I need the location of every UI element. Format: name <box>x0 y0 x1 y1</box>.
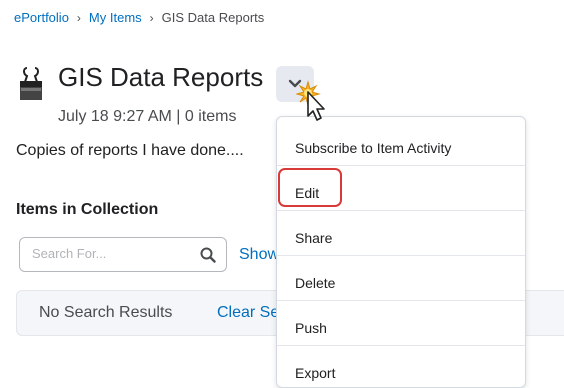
section-heading: Items in Collection <box>16 201 159 218</box>
menu-item-export[interactable]: Export <box>277 346 525 387</box>
breadcrumb-current: GIS Data Reports <box>161 10 265 25</box>
search-input[interactable] <box>32 246 192 261</box>
breadcrumb: ePortfolio › My Items › GIS Data Reports <box>14 10 264 25</box>
menu-item-delete[interactable]: Delete <box>277 256 525 301</box>
breadcrumb-link-my-items[interactable]: My Items <box>89 10 142 25</box>
breadcrumb-link-eportfolio[interactable]: ePortfolio <box>14 10 69 25</box>
menu-item-label: Share <box>295 230 333 246</box>
no-results-text: No Search Results <box>39 304 173 321</box>
menu-item-subscribe[interactable]: Subscribe to Item Activity <box>277 121 525 166</box>
search-icon[interactable] <box>200 247 216 263</box>
page-title: GIS Data Reports <box>58 62 264 92</box>
item-actions-menu: Subscribe to Item Activity Edit Share De… <box>276 116 526 388</box>
menu-item-share[interactable]: Share <box>277 211 525 256</box>
menu-item-label: Delete <box>295 275 336 291</box>
mouse-pointer-icon <box>295 80 332 122</box>
show-search-options-link[interactable]: Show <box>239 246 279 264</box>
breadcrumb-separator: › <box>149 10 154 25</box>
edit-highlight-annotation <box>278 168 342 207</box>
item-meta: July 18 9:27 AM | 0 items <box>58 108 237 125</box>
menu-item-label: Push <box>295 320 327 336</box>
search-field[interactable] <box>19 237 227 272</box>
breadcrumb-separator: › <box>76 10 81 25</box>
menu-item-label: Export <box>295 365 336 381</box>
menu-item-push[interactable]: Push <box>277 301 525 346</box>
item-description: Copies of reports I have done.... <box>16 142 244 159</box>
binder-clip-icon <box>18 66 44 102</box>
clear-search-link[interactable]: Clear Se <box>217 304 279 322</box>
menu-item-label: Subscribe to Item Activity <box>295 140 452 156</box>
